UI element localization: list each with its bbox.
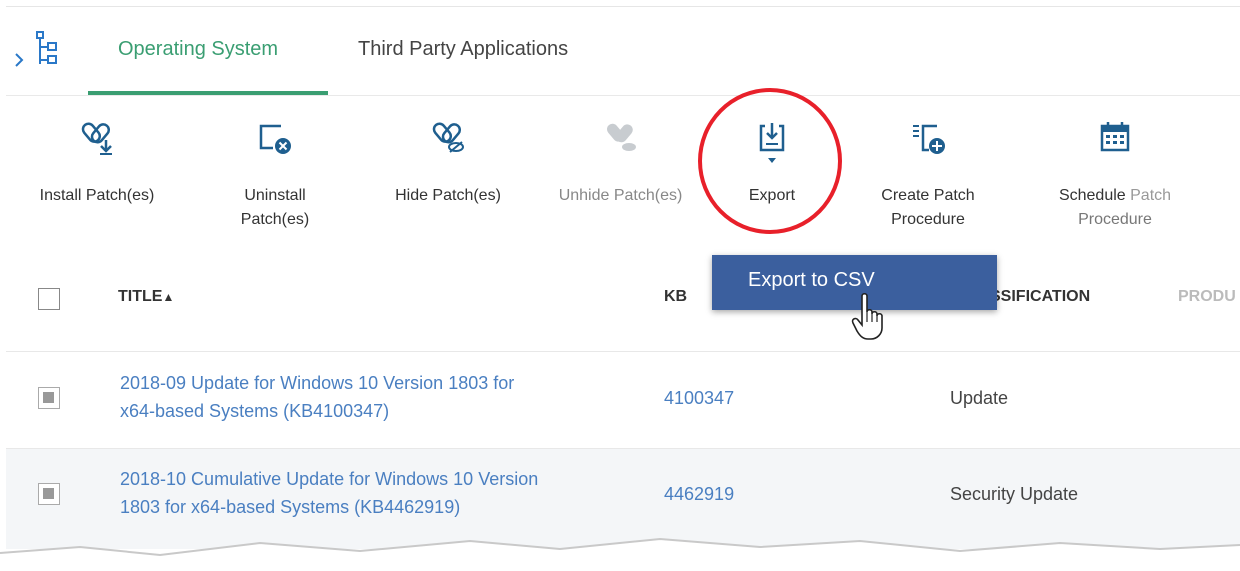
row-checkbox[interactable] xyxy=(38,483,60,505)
install-patches-label: Install Patch(es) xyxy=(39,187,155,204)
patch-title-cell[interactable]: 2018-10 Cumulative Update for Windows 10… xyxy=(120,465,538,521)
create-patch-procedure-button[interactable]: Create Patch Procedure xyxy=(858,120,998,232)
tab-operating-system[interactable]: Operating System xyxy=(118,38,278,61)
schedule-word: Schedule xyxy=(1058,187,1126,204)
panel-top-border xyxy=(6,6,1240,7)
uninstall-patch-icon xyxy=(259,124,291,154)
tab-third-party-applications[interactable]: Third Party Applications xyxy=(358,38,568,61)
select-all-checkbox[interactable] xyxy=(38,288,60,310)
export-highlight-circle xyxy=(698,88,842,234)
create-procedure-icon xyxy=(913,124,945,154)
patch-title-line1[interactable]: 2018-09 Update for Windows 10 Version 18… xyxy=(120,369,514,397)
hide-patches-button[interactable]: Hide Patch(es) xyxy=(378,120,518,208)
classification-column-header[interactable]: SSIFICATION xyxy=(990,288,1090,306)
unhide-patches-button[interactable]: Unhide Patch(es) xyxy=(538,120,703,208)
tree-view-toggle[interactable] xyxy=(14,30,74,70)
schedule-patch-procedure-line2: Procedure xyxy=(1078,211,1152,228)
product-column-header[interactable]: PRODU xyxy=(1178,288,1236,306)
unhide-patch-icon xyxy=(606,123,636,151)
sort-ascending-icon: ▲ xyxy=(162,290,175,304)
title-column-header[interactable]: TITLE▲ xyxy=(118,288,174,306)
torn-page-edge xyxy=(0,537,1240,571)
patch-title-line2[interactable]: x64-based Systems (KB4100347) xyxy=(120,397,514,425)
hide-patch-icon xyxy=(432,122,464,153)
install-patches-button[interactable]: Install Patch(es) xyxy=(22,120,172,208)
patch-title-line1[interactable]: 2018-10 Cumulative Update for Windows 10… xyxy=(120,465,538,493)
classification-cell: Security Update xyxy=(950,484,1079,504)
kb-link[interactable]: 4462919 xyxy=(664,484,734,505)
title-header-label: TITLE xyxy=(118,288,163,305)
export-to-csv-menu-item[interactable]: Export to CSV xyxy=(748,269,875,292)
patch-title-line2[interactable]: 1803 for x64-based Systems (KB4462919) xyxy=(120,493,538,521)
create-patch-procedure-line1: Create Patch xyxy=(881,187,975,204)
kb-link[interactable]: 4100347 xyxy=(664,388,734,409)
install-patch-icon xyxy=(81,122,112,155)
hide-patches-label: Hide Patch(es) xyxy=(395,187,501,204)
tabs-divider xyxy=(6,95,1240,96)
hand-pointer-cursor-icon xyxy=(851,292,883,340)
uninstall-patches-label-line2: Patch(es) xyxy=(240,211,310,228)
patch-title-cell[interactable]: 2018-09 Update for Windows 10 Version 18… xyxy=(120,369,514,425)
uninstall-patches-label-line1: Uninstall xyxy=(244,187,306,204)
header-row-divider xyxy=(6,351,1240,352)
row-checkbox[interactable] xyxy=(38,387,60,409)
classification-cell: Update xyxy=(950,388,1009,408)
calendar-icon xyxy=(1100,122,1130,152)
uninstall-patches-button[interactable]: Uninstall Patch(es) xyxy=(215,120,335,232)
create-patch-procedure-line2: Procedure xyxy=(891,211,965,228)
unhide-patches-label: Unhide Patch(es) xyxy=(558,187,683,204)
tree-expand-icon xyxy=(15,31,57,67)
schedule-patch-procedure-line1: Schedule Patch xyxy=(1040,184,1190,208)
schedule-patch-procedure-button[interactable]: Schedule Patch Procedure xyxy=(1040,120,1190,232)
patch-word: Patch xyxy=(1125,187,1172,204)
kb-column-header[interactable]: KB xyxy=(664,288,687,306)
